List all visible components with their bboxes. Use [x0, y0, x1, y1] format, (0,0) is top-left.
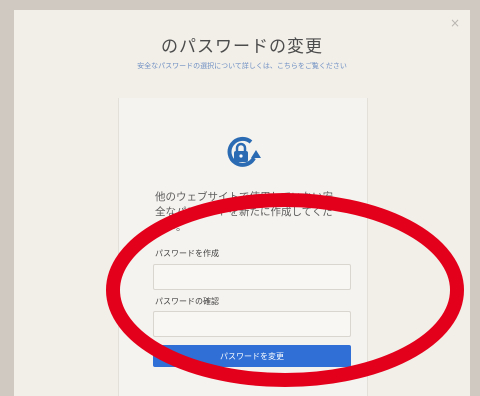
- lock-refresh-icon: [223, 136, 263, 172]
- dialog-window: × のパスワードの変更 安全なパスワードの選択について詳しくは、こちらをご覧くだ…: [14, 10, 470, 396]
- password-form-card: 他のウェブサイトで使用していない安全なパスワードを新たに作成してください。 パス…: [118, 98, 368, 396]
- confirm-password-label: パスワードの確認: [155, 297, 219, 306]
- page-title: のパスワードの変更: [161, 37, 323, 57]
- help-link[interactable]: 安全なパスワードの選択について詳しくは、こちらをご覧ください: [124, 60, 360, 72]
- change-password-button[interactable]: パスワードを変更: [153, 345, 351, 367]
- new-password-input[interactable]: [153, 264, 351, 290]
- new-password-label: パスワードを作成: [155, 249, 219, 258]
- close-icon[interactable]: ×: [450, 16, 460, 30]
- instruction-text: 他のウェブサイトで使用していない安全なパスワードを新たに作成してください。: [155, 191, 334, 233]
- confirm-password-input[interactable]: [153, 311, 351, 337]
